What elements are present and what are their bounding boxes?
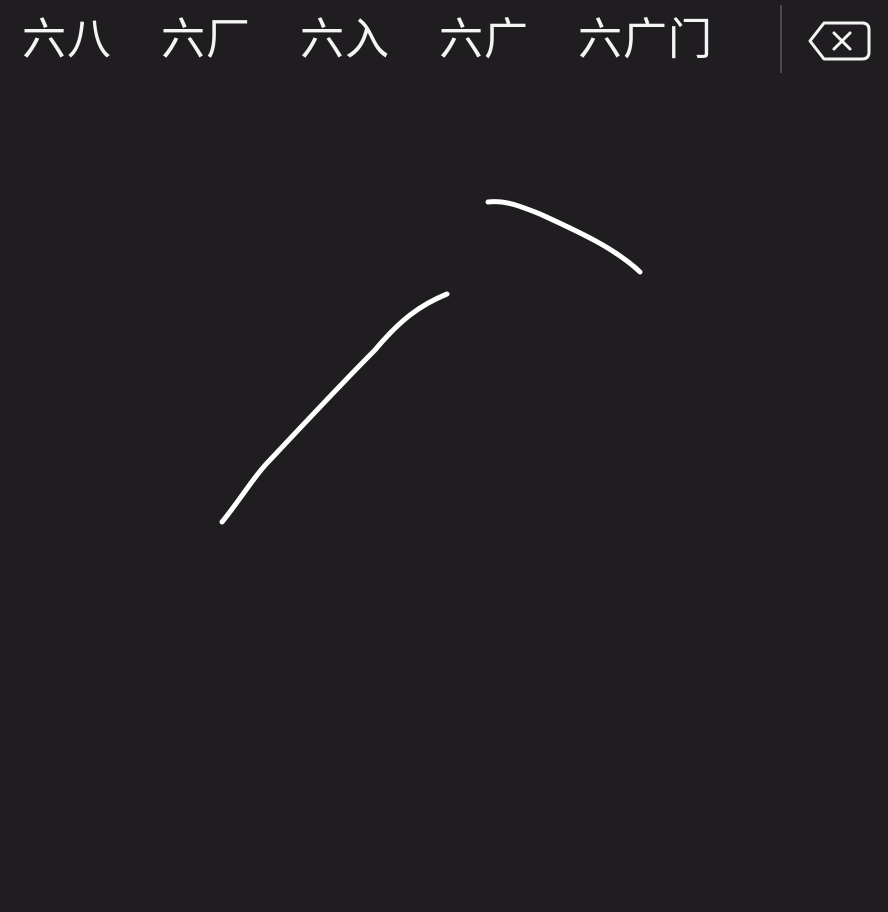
ink-stroke-1	[219, 291, 450, 525]
candidate-5[interactable]: 六广门	[578, 10, 713, 70]
divider	[780, 5, 782, 73]
candidate-2[interactable]: 六厂	[161, 10, 251, 70]
handwriting-canvas[interactable]	[0, 80, 888, 912]
delete-button[interactable]	[800, 12, 872, 70]
candidate-1[interactable]: 六八	[22, 10, 112, 70]
ink-stroke-2	[485, 199, 643, 275]
backspace-icon	[808, 21, 871, 61]
candidate-3[interactable]: 六入	[300, 10, 390, 70]
candidate-bar: 六八 六厂 六入 六广 六广门	[0, 0, 888, 80]
candidate-4[interactable]: 六广	[439, 10, 529, 70]
